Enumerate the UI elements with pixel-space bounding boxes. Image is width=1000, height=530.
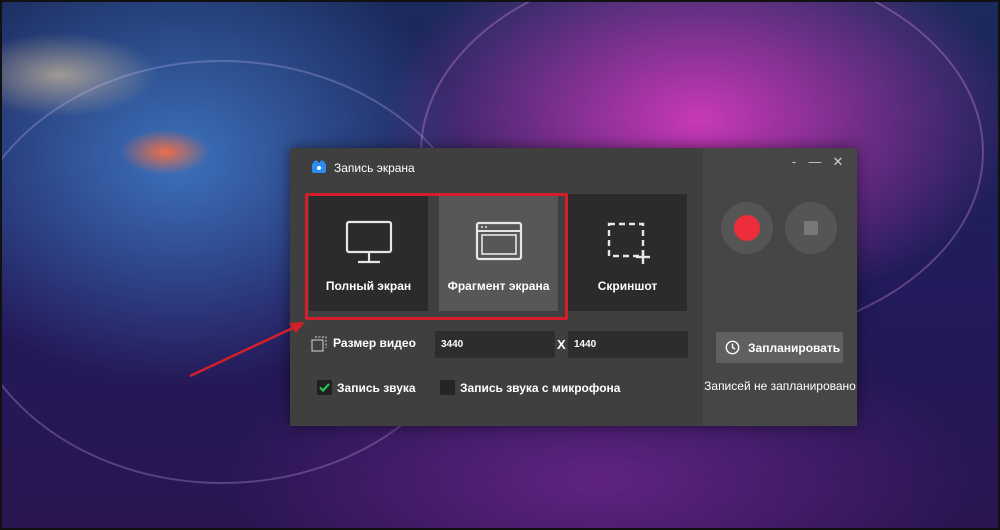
maximize-icon[interactable]: — xyxy=(806,154,824,170)
mode-highlight-box xyxy=(305,193,568,320)
microphone-label: Запись звука с микрофона xyxy=(460,381,621,395)
screenshot-label: Скриншот xyxy=(597,279,658,293)
resize-icon xyxy=(311,336,327,352)
microphone-checkbox[interactable] xyxy=(440,380,455,395)
stop-button[interactable] xyxy=(785,202,837,254)
video-height-input[interactable] xyxy=(568,331,688,358)
minimize-icon[interactable]: - xyxy=(785,154,803,170)
clock-icon xyxy=(725,340,740,355)
video-size-label: Размер видео xyxy=(333,336,416,350)
size-separator: X xyxy=(557,337,566,352)
video-width-input[interactable] xyxy=(435,331,555,358)
screenshot-mode-button[interactable]: Скриншот xyxy=(568,194,687,311)
record-button[interactable] xyxy=(721,202,773,254)
crop-plus-icon xyxy=(607,222,650,264)
stop-icon xyxy=(804,221,818,235)
control-pane: - — ✕ Запланировать Записей не запланиро… xyxy=(703,148,857,426)
system-sound-label: Запись звука xyxy=(337,381,416,395)
window-title: Запись экрана xyxy=(334,161,415,175)
checkmark-icon xyxy=(319,383,330,393)
schedule-button[interactable]: Запланировать xyxy=(716,332,843,363)
schedule-status: Записей не запланировано xyxy=(704,379,856,393)
system-sound-checkbox[interactable] xyxy=(317,380,332,395)
camera-icon xyxy=(312,160,326,173)
close-icon[interactable]: ✕ xyxy=(829,154,847,170)
schedule-label: Запланировать xyxy=(748,341,841,355)
record-icon xyxy=(734,215,760,241)
